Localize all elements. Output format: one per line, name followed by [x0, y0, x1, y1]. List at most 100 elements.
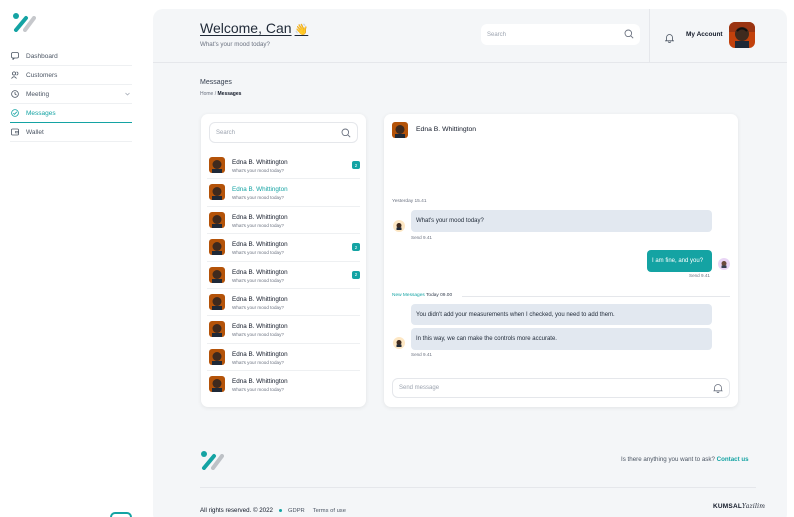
contact-name: Edna B. Whittington: [232, 213, 288, 221]
clock-icon: [10, 89, 20, 99]
my-account-link[interactable]: My Account: [686, 31, 723, 38]
search-placeholder: Search: [487, 31, 507, 38]
app-root: Dashboard Customers Meeting Messages Wal…: [0, 0, 794, 517]
contact-last-message: What's your mood today?: [232, 332, 284, 338]
chevron-down-icon[interactable]: [125, 91, 130, 98]
message-bubble-incoming[interactable]: In this way, we can make the controls mo…: [411, 328, 712, 350]
sidebar-item-meeting[interactable]: Meeting: [10, 85, 132, 104]
contact-list-item[interactable]: Edna B. Whittington What's your mood toda…: [207, 152, 360, 180]
contact-avatar: [209, 376, 225, 393]
contact-list-item[interactable]: Edna B. Whittington What's your mood toda…: [207, 316, 360, 344]
contact-list-item[interactable]: Edna B. Whittington What's your mood toda…: [207, 262, 360, 289]
footer-ask-text: Is there anything you want to ask?: [621, 456, 715, 463]
contact-avatar: [209, 348, 225, 365]
wallet-icon: [10, 127, 20, 137]
terms-link[interactable]: Terms of use: [313, 508, 346, 514]
contact-avatar: [209, 184, 225, 201]
bell-icon[interactable]: [664, 30, 675, 48]
contact-last-message: What's your mood today?: [232, 168, 284, 173]
message-bubble-incoming[interactable]: You didn't add your measurements when I …: [411, 304, 712, 325]
chat-contact-name: Edna B. Whittington: [416, 126, 477, 133]
sidebar-item-customers[interactable]: Customers: [10, 66, 132, 85]
sidebar-item-label: Dashboard: [26, 52, 58, 60]
contact-list-item[interactable]: Edna B. Whittington What's your mood toda…: [207, 371, 360, 398]
user-avatar-small: [718, 258, 730, 270]
message-sent-time: Send 9.41: [689, 273, 710, 278]
contact-name: Edna B. Whittington: [232, 241, 288, 249]
footer-dot: [279, 509, 282, 512]
contact-avatar: [209, 293, 225, 310]
brand-name: KUMSAL: [713, 503, 743, 510]
message-sent-time: Send 9.41: [411, 352, 432, 357]
contact-last-message: What's your mood today?: [232, 195, 284, 201]
search-icon[interactable]: [624, 29, 634, 41]
footer-legal: All rights reserved. © 2022 GDPR Terms o…: [200, 507, 354, 514]
breadcrumb-home[interactable]: Home: [200, 91, 213, 97]
sidebar: Dashboard Customers Meeting Messages Wal…: [0, 0, 148, 517]
contact-avatar: [209, 211, 225, 228]
contact-avatar: [209, 239, 225, 256]
contact-list-item[interactable]: Edna B. Whittington What's your mood toda…: [207, 289, 360, 317]
contact-avatar[interactable]: [392, 122, 408, 138]
greeting-text: Welcome, Can: [200, 20, 292, 36]
breadcrumb: Home / Messages: [200, 91, 241, 97]
contact-last-message: What's your mood today?: [232, 250, 284, 256]
contact-list: Edna B. Whittington What's your mood toda…: [207, 152, 360, 399]
contact-name: Edna B. Whittington: [232, 186, 288, 194]
sidebar-item-dashboard[interactable]: Dashboard: [10, 47, 132, 66]
search-icon[interactable]: [341, 128, 351, 140]
contacts-search-input[interactable]: Search: [209, 122, 358, 143]
contact-last-message: What's your mood today?: [232, 277, 284, 283]
new-messages-label: New Messages: [392, 293, 425, 298]
footer-divider: [200, 487, 756, 488]
topbar: Welcome, Can 👋 What's your mood today? Se…: [153, 9, 787, 63]
send-icon[interactable]: [713, 383, 723, 395]
contact-avatar: [209, 321, 225, 338]
contact-avatar-small: [393, 220, 405, 232]
contact-last-message: What's your mood today?: [232, 387, 284, 393]
breadcrumb-current: Messages: [217, 91, 242, 97]
message-placeholder: Send message: [399, 385, 440, 391]
contact-list-item[interactable]: Edna B. Whittington What's your mood toda…: [207, 207, 360, 235]
header-divider: [649, 9, 650, 63]
contact-name: Edna B. Whittington: [232, 350, 288, 358]
message-input[interactable]: Send message: [392, 378, 730, 398]
brand-logo[interactable]: [12, 12, 38, 32]
message-bubble-outgoing[interactable]: I am fine, and you?: [647, 250, 712, 272]
page-greeting: Welcome, Can 👋: [200, 20, 308, 36]
gdpr-link[interactable]: GDPR: [288, 508, 305, 514]
sidebar-item-messages[interactable]: Messages: [10, 104, 132, 123]
greeting-subtitle: What's your mood today?: [200, 41, 270, 48]
day-timestamp: Yesterday 15.41: [392, 199, 427, 204]
message-icon: [10, 108, 20, 118]
footer-logo[interactable]: [200, 450, 226, 470]
search-input[interactable]: Search: [481, 24, 640, 45]
main-content: Welcome, Can 👋 What's your mood today? Se…: [153, 9, 787, 517]
message-bubble-incoming[interactable]: What's your mood today?: [411, 210, 712, 232]
sidebar-item-label: Messages: [26, 109, 56, 117]
contact-list-item[interactable]: Edna B. Whittington What's your mood toda…: [207, 344, 360, 372]
decorative-shape: [110, 512, 132, 517]
unread-badge: 2: [352, 270, 360, 279]
footer-brand[interactable]: KUMSALYazilim: [713, 503, 765, 510]
contacts-panel: Search Edna B. Whittington What's your mo…: [201, 114, 366, 407]
contact-name: Edna B. Whittington: [232, 295, 288, 303]
sidebar-nav: Dashboard Customers Meeting Messages Wal…: [10, 47, 132, 142]
contact-list-item[interactable]: Edna B. Whittington What's your mood toda…: [207, 234, 360, 262]
sidebar-item-wallet[interactable]: Wallet: [10, 123, 132, 142]
sidebar-item-label: Meeting: [26, 90, 50, 98]
avatar[interactable]: [729, 22, 755, 48]
contact-list-item[interactable]: Edna B. Whittington What's your mood toda…: [207, 179, 360, 207]
waving-hand-icon: 👋: [294, 24, 309, 36]
new-messages-time: Today 09.00: [426, 293, 453, 298]
contact-us-link[interactable]: Contact us: [717, 456, 749, 463]
brand-script: Yazilim: [742, 503, 766, 510]
unread-badge: 2: [352, 161, 360, 169]
copyright-text: All rights reserved. © 2022: [200, 507, 273, 514]
chat-bubble-icon: [10, 51, 20, 61]
contact-last-message: What's your mood today?: [232, 222, 284, 228]
footer-ask: Is there anything you want to ask? Conta…: [621, 456, 749, 463]
divider-line: [462, 296, 730, 297]
contact-last-message: What's your mood today?: [232, 304, 284, 310]
contact-name: Edna B. Whittington: [232, 323, 288, 331]
